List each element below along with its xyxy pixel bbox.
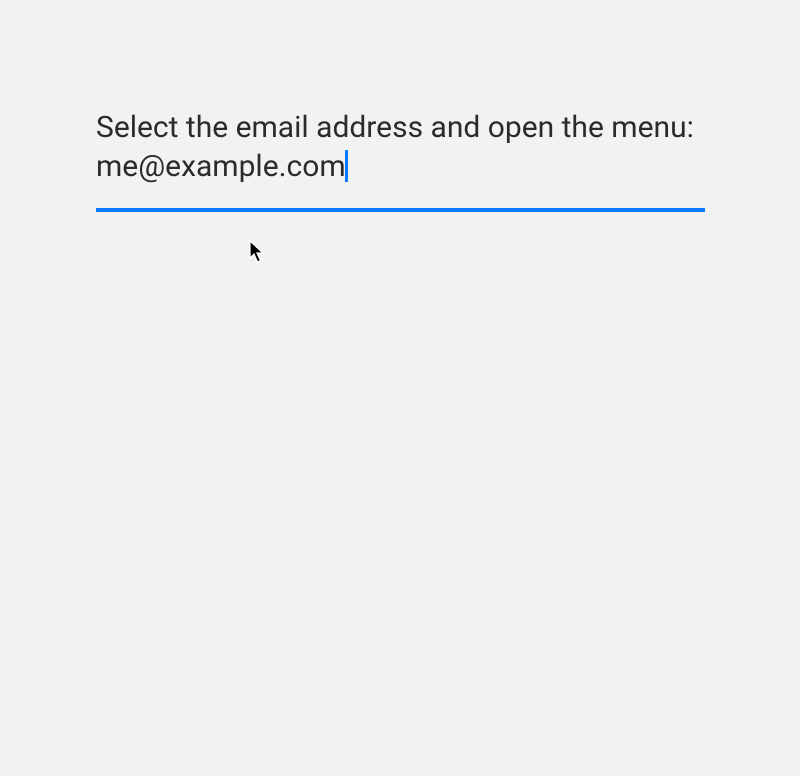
text-input-container: Select the email address and open the me… — [96, 108, 705, 212]
text-input[interactable]: Select the email address and open the me… — [96, 108, 705, 212]
cursor-icon — [249, 240, 265, 264]
text-caret — [345, 150, 348, 182]
text-input-content: Select the email address and open the me… — [96, 110, 694, 184]
